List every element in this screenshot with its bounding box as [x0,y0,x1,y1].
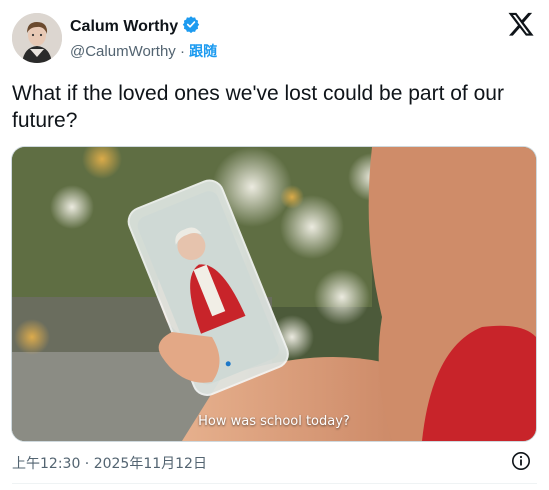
avatar-image [12,13,62,63]
verified-badge-icon [182,15,200,38]
follow-button[interactable]: 跟随 [189,44,217,60]
author-row: Calum Worthy [70,15,200,38]
author-name[interactable]: Calum Worthy [70,18,178,36]
info-icon[interactable] [511,451,531,471]
separator-dot: · [179,43,185,60]
x-logo-icon[interactable] [507,10,535,38]
video-caption: How was school today? [198,414,350,429]
handle-row: @CalumWorthy · 跟随 [70,41,217,61]
video-frame [12,147,536,441]
avatar[interactable] [12,13,62,63]
tweet-timestamp[interactable]: 上午12:30 · 2025年11月12日 [12,453,207,473]
divider [12,483,537,484]
author-handle[interactable]: @CalumWorthy [70,43,176,60]
tweet-text: What if the loved ones we've lost could … [12,82,504,132]
video-media[interactable]: How was school today? [11,146,537,442]
